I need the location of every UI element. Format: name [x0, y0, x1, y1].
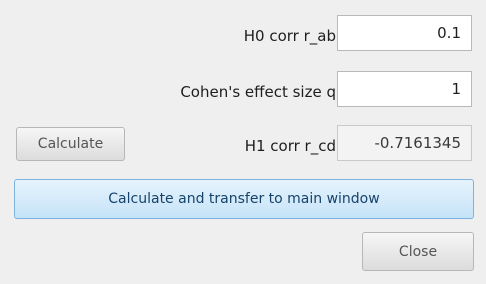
- h1-corr-output: [337, 125, 472, 161]
- h1-corr-label: H1 corr r_cd: [244, 137, 336, 155]
- close-button[interactable]: Close: [362, 232, 474, 271]
- h0-corr-input[interactable]: [337, 15, 472, 51]
- effect-size-label: Cohen's effect size q: [180, 83, 336, 101]
- h0-corr-label: H0 corr r_ab: [243, 27, 336, 45]
- calculate-transfer-button[interactable]: Calculate and transfer to main window: [14, 179, 474, 219]
- calculate-button[interactable]: Calculate: [16, 127, 125, 161]
- effect-size-input[interactable]: [337, 71, 472, 107]
